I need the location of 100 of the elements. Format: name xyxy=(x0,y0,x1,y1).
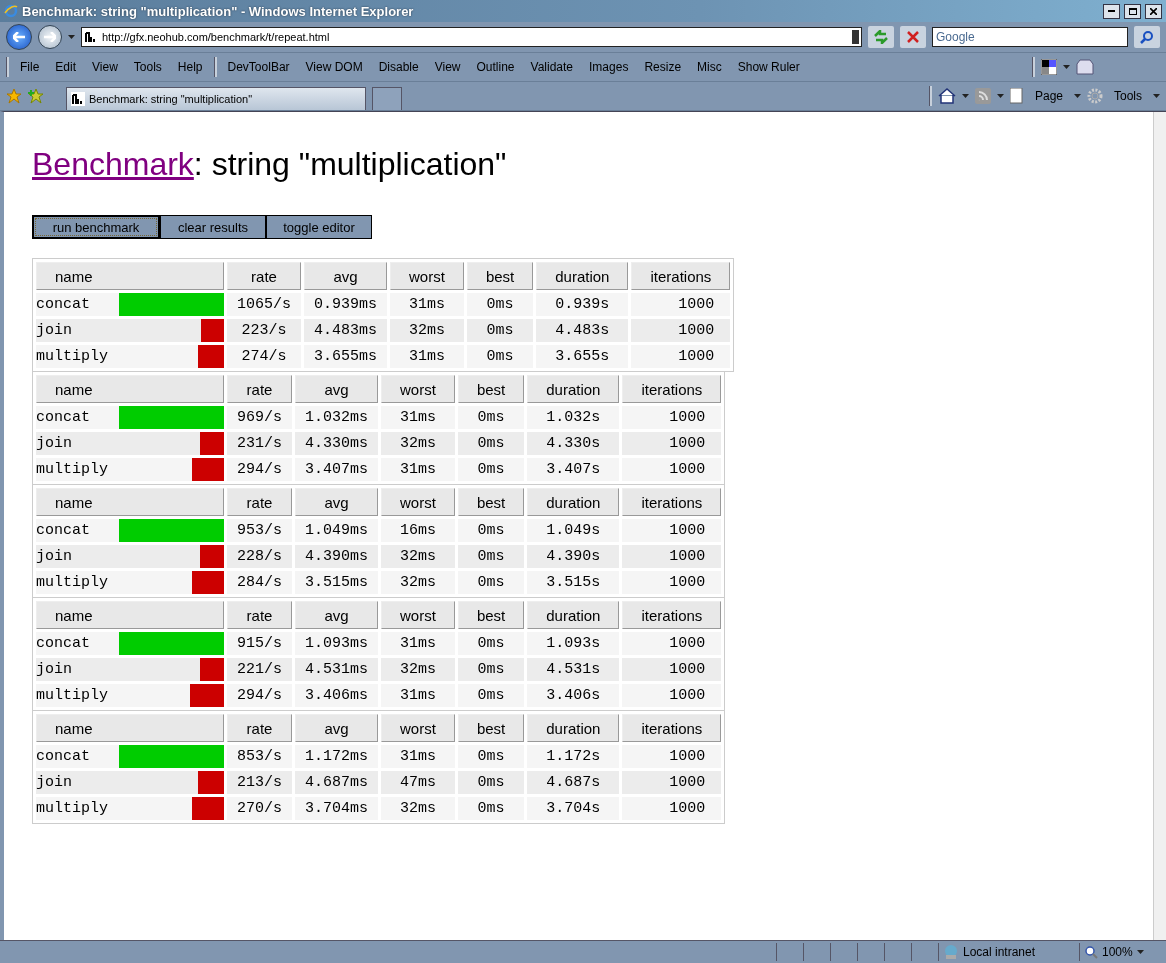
toolbar-item[interactable]: Validate xyxy=(525,60,579,74)
column-header[interactable]: duration xyxy=(527,375,620,403)
column-header[interactable]: rate xyxy=(227,488,292,516)
table-cell: 1000 xyxy=(631,319,731,342)
column-header[interactable]: rate xyxy=(227,375,292,403)
toolbar-item[interactable]: Images xyxy=(584,60,634,74)
column-header[interactable]: avg xyxy=(295,601,379,629)
column-header[interactable]: iterations xyxy=(622,488,722,516)
toolbar-item[interactable]: Misc xyxy=(692,60,727,74)
menu-item[interactable]: Edit xyxy=(50,60,82,74)
menu-item[interactable]: View xyxy=(87,60,123,74)
window-title: Benchmark: string "multiplication" - Windows Internet Explorer xyxy=(22,3,415,19)
tools-menu[interactable]: Tools xyxy=(1109,89,1147,103)
column-header[interactable]: avg xyxy=(295,488,379,516)
table-cell: 32ms xyxy=(381,797,455,820)
table-cell: 4.687s xyxy=(527,771,620,794)
menu-item[interactable]: Help xyxy=(172,60,208,74)
column-header[interactable]: worst xyxy=(381,488,455,516)
column-header[interactable]: best xyxy=(457,601,525,629)
column-header[interactable]: name xyxy=(36,262,224,290)
table-cell: 1065/s xyxy=(227,293,301,316)
column-header[interactable]: name xyxy=(36,488,224,516)
stop-button[interactable] xyxy=(900,26,926,48)
favorites-star-icon[interactable] xyxy=(6,88,22,104)
toolbar-item[interactable]: DevToolBar xyxy=(222,60,295,74)
search-field[interactable]: Google xyxy=(932,27,1128,47)
column-header[interactable]: rate xyxy=(227,601,292,629)
table-cell: 4.390s xyxy=(527,545,620,568)
table-cell: 1.032s xyxy=(527,406,620,429)
url-text: http://gfx.neohub.com/benchmark/t/repeat.html xyxy=(102,31,331,43)
address-field[interactable]: http://gfx.neohub.com/benchmark/t/repeat.html xyxy=(81,27,862,47)
table-cell: 0ms xyxy=(457,797,525,820)
column-header[interactable]: worst xyxy=(381,601,455,629)
column-header[interactable]: rate xyxy=(227,262,301,290)
column-header[interactable]: duration xyxy=(527,488,620,516)
table-cell: 3.407ms xyxy=(295,458,379,481)
toolbar-item[interactable]: Resize xyxy=(639,60,687,74)
column-header[interactable]: avg xyxy=(295,375,379,403)
toolbar-item[interactable]: Show Ruler xyxy=(732,60,805,74)
column-header[interactable]: worst xyxy=(390,262,464,290)
column-header[interactable]: name xyxy=(36,714,224,742)
toolbar-item[interactable]: Disable xyxy=(373,60,424,74)
refresh-icon xyxy=(873,30,889,44)
table-cell-text: join xyxy=(36,435,73,452)
home-icon[interactable] xyxy=(937,88,956,104)
new-tab-button[interactable] xyxy=(372,87,402,110)
table-cell: 223/s xyxy=(227,319,301,342)
column-header[interactable]: best xyxy=(457,714,525,742)
color-picker-icon[interactable] xyxy=(1041,59,1057,75)
table-cell: 16ms xyxy=(381,519,455,542)
table-cell: 274/s xyxy=(227,345,301,368)
close-button[interactable] xyxy=(1145,3,1162,19)
column-header[interactable]: worst xyxy=(381,714,455,742)
toolbar-item[interactable]: Outline xyxy=(471,60,520,74)
column-header[interactable]: name xyxy=(36,375,224,403)
column-header[interactable]: avg xyxy=(304,262,388,290)
forward-button[interactable] xyxy=(38,25,62,49)
column-header[interactable]: worst xyxy=(381,375,455,403)
column-header[interactable]: best xyxy=(457,488,525,516)
search-button[interactable] xyxy=(1134,26,1160,48)
table-cell: 0ms xyxy=(457,684,525,707)
column-header[interactable]: name xyxy=(36,601,224,629)
table-cell: 294/s xyxy=(227,684,292,707)
table-cell: 32ms xyxy=(390,319,464,342)
column-header[interactable]: duration xyxy=(527,714,620,742)
column-header[interactable]: iterations xyxy=(622,714,722,742)
zoom-level[interactable]: 100% xyxy=(1102,945,1133,959)
column-header[interactable]: iterations xyxy=(631,262,731,290)
column-header[interactable]: duration xyxy=(536,262,629,290)
table-cell: 4.687ms xyxy=(295,771,379,794)
column-header[interactable]: best xyxy=(466,262,534,290)
column-header[interactable]: iterations xyxy=(622,375,722,403)
browser-tab[interactable]: Benchmark: string "multiplication" xyxy=(66,87,366,110)
page-menu[interactable]: Page xyxy=(1029,89,1068,103)
benchmark-link[interactable]: Benchmark xyxy=(32,146,194,182)
menu-item[interactable]: Tools xyxy=(128,60,167,74)
page-icon xyxy=(1009,88,1024,104)
back-button[interactable] xyxy=(6,24,32,50)
column-header[interactable]: iterations xyxy=(622,601,722,629)
minimize-button[interactable] xyxy=(1103,3,1120,19)
table-cell: 32ms xyxy=(381,545,455,568)
toolbar-item[interactable]: View DOM xyxy=(300,60,368,74)
action-button[interactable]: toggle editor xyxy=(266,215,372,239)
maximize-icon xyxy=(1128,7,1137,15)
column-header[interactable]: duration xyxy=(527,601,620,629)
tag-icon[interactable] xyxy=(1076,59,1094,75)
maximize-button[interactable] xyxy=(1124,3,1141,19)
zone-text: Local intranet xyxy=(963,945,1036,959)
action-button[interactable]: clear results xyxy=(160,215,266,239)
table-cell-text: join xyxy=(36,774,73,791)
column-header[interactable]: rate xyxy=(227,714,292,742)
toolbar-item[interactable]: View xyxy=(429,60,466,74)
table-cell: 3.406ms xyxy=(295,684,379,707)
table-cell: 31ms xyxy=(381,684,455,707)
table-cell: 0ms xyxy=(457,458,525,481)
column-header[interactable]: best xyxy=(457,375,525,403)
column-header[interactable]: avg xyxy=(295,714,379,742)
action-button[interactable]: run benchmark xyxy=(32,215,160,239)
menu-item[interactable]: File xyxy=(15,60,45,74)
table-cell-text: concat xyxy=(36,409,91,426)
